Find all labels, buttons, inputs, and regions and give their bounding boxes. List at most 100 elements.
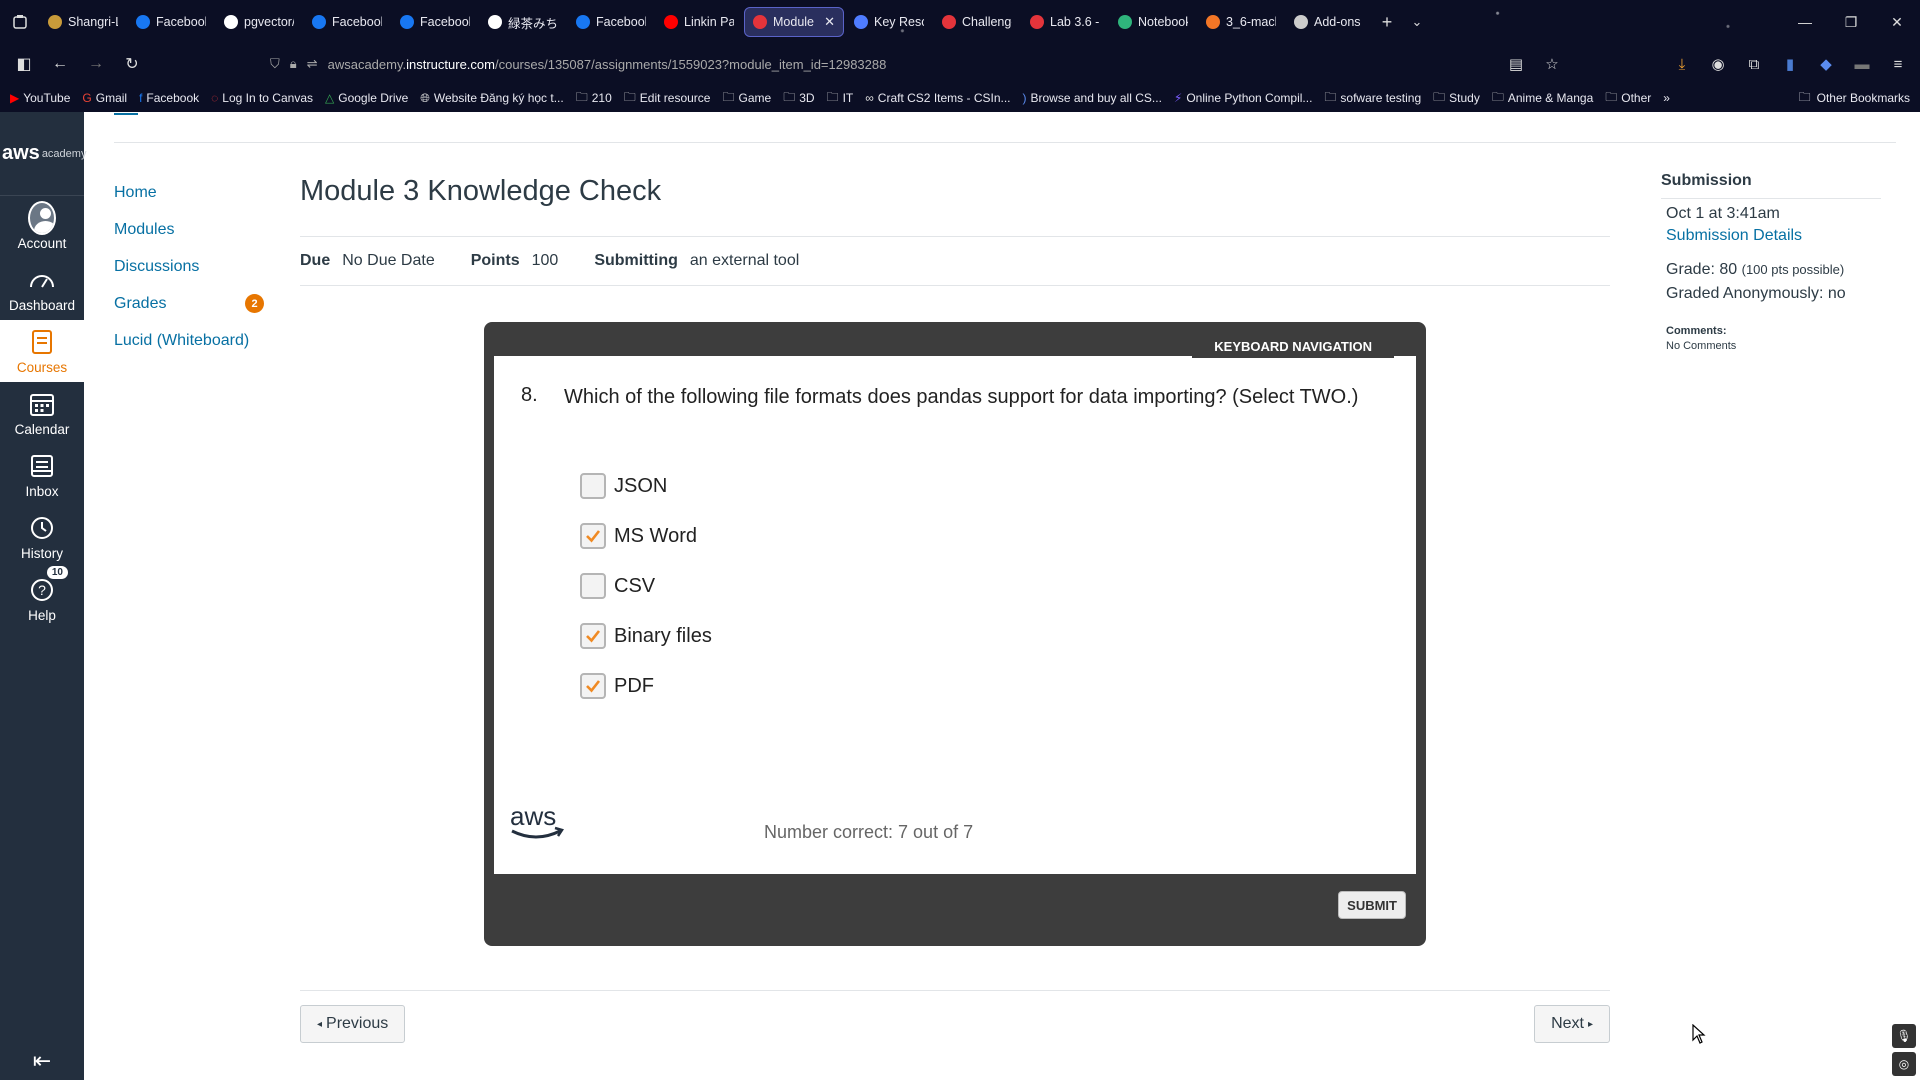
- browser-tab[interactable]: Facebook: [568, 7, 654, 37]
- downloads-icon[interactable]: ⤓: [1666, 56, 1698, 73]
- bookmark-item[interactable]: ∞ Craft CS2 Items - CSIn...: [865, 91, 1010, 105]
- browser-tab[interactable]: Linkin Park: [656, 7, 742, 37]
- bookmark-item[interactable]: ) Browse and buy all CS...: [1023, 91, 1162, 105]
- browser-tab-bar: Shangri-La F Facebook pgvector/pg Facebook F…: [0, 0, 1920, 44]
- menu-icon[interactable]: ≡: [1882, 56, 1914, 73]
- bookmark-item[interactable]: G Gmail: [82, 91, 127, 105]
- global-nav-label: Courses: [16, 359, 68, 375]
- bookmark-label: Online Python Compil...: [1186, 91, 1313, 105]
- forward-icon[interactable]: →: [78, 48, 114, 80]
- profile-avatar-icon[interactable]: ◉: [1702, 55, 1734, 73]
- bookmark-item[interactable]: ⚡ Online Python Compil...: [1174, 91, 1313, 105]
- answer-checkbox[interactable]: [580, 573, 606, 599]
- bookmark-item[interactable]: 🌐︎ Website Đăng ký học t...: [420, 91, 563, 106]
- bookmark-item[interactable]: 🗀 Game: [722, 88, 771, 109]
- tab-list-icon[interactable]: [0, 0, 40, 44]
- bookmark-item[interactable]: ▶ YouTube: [10, 91, 70, 105]
- browser-tab[interactable]: Shangri-La F: [40, 7, 126, 37]
- browser-tab[interactable]: Key Resourc: [846, 7, 932, 37]
- other-bookmarks[interactable]: 🗀 Other Bookmarks: [1799, 84, 1910, 112]
- browser-tab[interactable]: Add-ons Ma: [1286, 7, 1372, 37]
- bookmark-item[interactable]: 🗀 Other: [1605, 88, 1651, 109]
- answer-option[interactable]: MS Word: [580, 511, 712, 561]
- browser-tab[interactable]: pgvector/pg: [216, 7, 302, 37]
- breadcrumb-accent: [114, 113, 138, 115]
- checkmark-icon: [586, 680, 601, 693]
- permissions-icon[interactable]: ⇌: [307, 56, 318, 72]
- bookmark-star-icon[interactable]: ☆: [1536, 55, 1568, 73]
- browser-tab[interactable]: Facebook: [304, 7, 390, 37]
- answer-checkbox[interactable]: [580, 473, 606, 499]
- tab-overflow-chevron-icon[interactable]: ⌄: [1402, 14, 1432, 30]
- next-button[interactable]: Next ▸: [1534, 1005, 1610, 1043]
- tab-title: pgvector/pg: [244, 15, 294, 29]
- footer-divider: [300, 990, 1610, 991]
- close-tab-icon[interactable]: ✕: [824, 14, 835, 30]
- course-nav-link[interactable]: Home: [114, 174, 274, 211]
- minimize-icon[interactable]: —: [1782, 14, 1828, 30]
- global-nav-history[interactable]: History: [0, 506, 84, 568]
- bookmark-item[interactable]: 🗀 sofware testing: [1324, 88, 1421, 109]
- bookmarks-overflow-icon[interactable]: »: [1663, 91, 1670, 105]
- answer-option[interactable]: JSON: [580, 461, 712, 511]
- course-nav-link[interactable]: Discussions: [114, 248, 274, 285]
- browser-tab[interactable]: Facebook: [128, 7, 214, 37]
- browser-tab[interactable]: 緑茶みち | H: [480, 7, 566, 37]
- checkmark-icon: [586, 630, 601, 643]
- sidebar-toggle-icon[interactable]: ◧: [6, 48, 42, 80]
- bookmark-item[interactable]: 🗀 210: [576, 88, 612, 109]
- reader-view-icon[interactable]: ▤: [1500, 55, 1532, 73]
- browser-tab[interactable]: Challenge la: [934, 7, 1020, 37]
- bookmark-item[interactable]: 🗀 Anime & Manga: [1492, 88, 1593, 109]
- keyboard-navigation-button[interactable]: KEYBOARD NAVIGATION: [1192, 334, 1394, 358]
- course-nav-link[interactable]: Grades 2: [114, 285, 274, 322]
- bookmark-item[interactable]: f Facebook: [139, 91, 199, 105]
- answer-checkbox[interactable]: [580, 623, 606, 649]
- canvas-icon: ◌: [211, 91, 219, 105]
- close-window-icon[interactable]: ✕: [1874, 14, 1920, 31]
- submit-button[interactable]: SUBMIT: [1338, 891, 1406, 919]
- global-nav-help[interactable]: ? 10 Help: [0, 565, 84, 630]
- bookmark-item[interactable]: 🗀 Study: [1433, 88, 1480, 109]
- bookmark-item[interactable]: ◌ Log In to Canvas: [211, 91, 313, 105]
- browser-tab[interactable]: Notebooks: [1110, 7, 1196, 37]
- answer-option[interactable]: PDF: [580, 661, 712, 711]
- microphone-icon[interactable]: 🎙︎: [1892, 1024, 1916, 1048]
- extensions-icon[interactable]: ⧉: [1738, 56, 1770, 73]
- browser-tab[interactable]: 3_6-machin: [1198, 7, 1284, 37]
- ublock-icon[interactable]: ◆: [1810, 55, 1842, 73]
- extension-gray-icon[interactable]: ▬: [1846, 56, 1878, 73]
- course-nav-link[interactable]: Modules: [114, 211, 274, 248]
- global-nav-dashboard[interactable]: Dashboard: [0, 258, 84, 320]
- bookmark-label: 3D: [799, 91, 815, 105]
- aws-academy-logo[interactable]: aws academy: [0, 112, 86, 196]
- browser-tab[interactable]: Module 3 ✕: [744, 7, 844, 37]
- target-icon[interactable]: ◎: [1892, 1052, 1916, 1076]
- url-bar[interactable]: ⛉ 🔒︎ ⇌ awsacademy.instructure.com/course…: [270, 48, 1510, 80]
- submission-details-link[interactable]: Submission Details: [1666, 227, 1881, 245]
- answer-checkbox[interactable]: [580, 673, 606, 699]
- back-icon[interactable]: ←: [42, 48, 78, 80]
- answer-option[interactable]: Binary files: [580, 611, 712, 661]
- reload-icon[interactable]: ↻: [114, 48, 150, 80]
- answer-checkbox[interactable]: [580, 523, 606, 549]
- shield-icon[interactable]: ⛉: [270, 56, 280, 72]
- course-nav-link[interactable]: Lucid (Whiteboard): [114, 322, 274, 359]
- lock-icon[interactable]: 🔒︎: [290, 56, 297, 72]
- previous-button[interactable]: ◂ Previous: [300, 1005, 406, 1043]
- bookmark-item[interactable]: 🗀 IT: [827, 88, 854, 109]
- bookmark-item[interactable]: 🗀 Edit resource: [624, 88, 711, 109]
- tardis-extension-icon[interactable]: ▮: [1774, 55, 1806, 73]
- restore-icon[interactable]: ❐: [1828, 14, 1874, 31]
- bookmark-item[interactable]: 🗀 3D: [783, 88, 814, 109]
- browser-tab[interactable]: Facebook: [392, 7, 478, 37]
- new-tab-button[interactable]: +: [1372, 12, 1402, 33]
- answer-option[interactable]: CSV: [580, 561, 712, 611]
- global-nav-calendar[interactable]: Calendar: [0, 382, 84, 444]
- global-nav-courses[interactable]: Courses: [0, 320, 84, 382]
- bookmark-item[interactable]: △ Google Drive: [325, 91, 408, 105]
- browser-tab[interactable]: Lab 3.6 - An: [1022, 7, 1108, 37]
- global-nav-account[interactable]: Account: [0, 196, 84, 258]
- global-nav-inbox[interactable]: Inbox: [0, 444, 84, 506]
- collapse-nav-icon[interactable]: ⇤: [0, 1048, 84, 1074]
